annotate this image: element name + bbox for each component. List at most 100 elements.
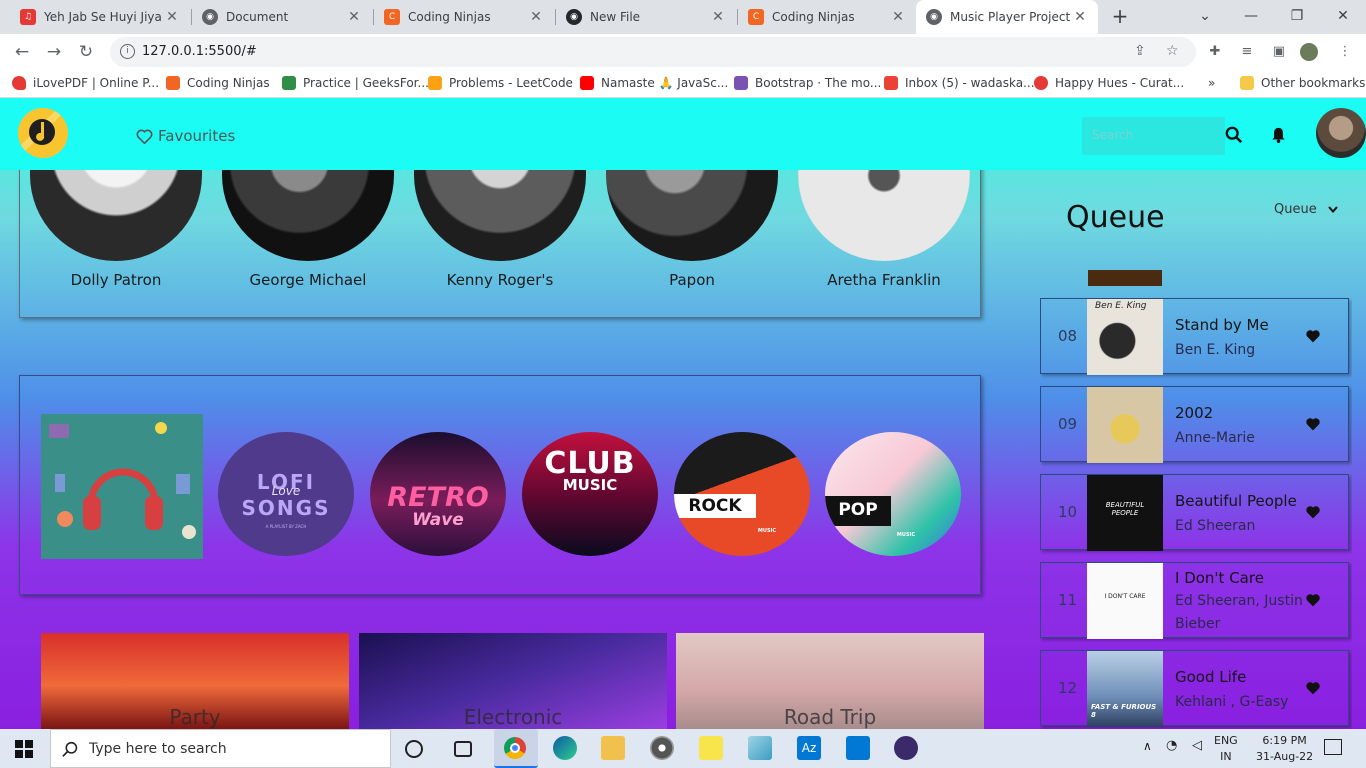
browser-tab-active[interactable]: ◉ Music Player Project ✕ [916,0,1098,34]
bookmark-star-icon[interactable]: ☆ [1166,43,1179,59]
browser-tab[interactable]: C Coding Ninjas ✕ [374,0,554,34]
address-url[interactable]: 127.0.0.1:5500/# [142,44,257,59]
task-view-icon[interactable] [454,741,472,757]
artist-name: Aretha Franklin [827,271,941,289]
tray-overflow-icon[interactable]: ∧ [1143,738,1152,754]
bookmark-item[interactable]: Practice | GeeksFor... [282,76,429,90]
bookmark-item[interactable]: Problems - LeetCode [428,76,573,90]
reading-list-icon[interactable]: ≡ [1238,43,1256,61]
playlist-retro[interactable]: RETRO Wave [370,432,506,556]
tab-close-icon[interactable]: ✕ [890,9,906,25]
restore-icon[interactable]: ❐ [1274,0,1320,34]
genre-tile-road-trip[interactable]: Road Trip [676,633,984,729]
windows-start-icon[interactable] [15,740,33,758]
minimize-icon[interactable]: — [1228,0,1274,34]
close-window-icon[interactable]: ✕ [1320,0,1366,34]
queue-title: Queue [1066,200,1165,235]
geeksforgeeks-icon [282,76,296,90]
playlist-note: A PLAYLIST BY ZACH [265,524,307,529]
queue-item[interactable]: 11 I DON'T CARE I Don't Care Ed Sheeran,… [1040,562,1349,639]
playlist-pop[interactable]: POP MUSIC [825,432,961,556]
search-icon[interactable] [1225,126,1243,144]
cortana-icon[interactable] [405,740,423,758]
playlist-headphones[interactable] [41,414,203,559]
address-bar[interactable]: i 127.0.0.1:5500/# ⇪ ☆ [110,37,1196,67]
profile-avatar-icon[interactable] [1300,43,1318,61]
forward-arrow-icon[interactable]: → [42,40,66,64]
genre-tile-party[interactable]: Party [41,633,349,729]
queue-number: 09 [1058,415,1078,433]
github-desktop-icon[interactable] [894,736,918,760]
side-panel-icon[interactable]: ▣ [1270,43,1288,61]
tab-close-icon[interactable]: ✕ [164,9,180,25]
heart-filled-icon[interactable] [1305,681,1321,695]
other-bookmarks[interactable]: Other bookmarks [1240,76,1365,90]
queue-dropdown[interactable]: Queue [1274,202,1338,217]
clock-date: 31-Aug-22 [1256,750,1314,763]
new-tab-button[interactable]: + [1108,4,1132,28]
azure-icon[interactable]: Az [797,736,821,760]
browser-tab[interactable]: ◉ New File ✕ [556,0,736,34]
chrome-taskbar-button[interactable] [494,729,538,768]
heart-filled-icon[interactable] [1305,417,1321,431]
taskbar-search-box[interactable]: Type here to search [50,729,391,768]
sticky-notes-icon[interactable] [699,736,723,760]
clock[interactable]: 6:19 PM 31-Aug-22 [1256,733,1313,765]
back-arrow-icon[interactable]: ← [10,40,34,64]
share-icon[interactable]: ⇪ [1134,43,1146,59]
snipping-tool-icon[interactable] [748,736,772,760]
album-art: BEAUTIFUL PEOPLE [1087,475,1163,551]
media-app-icon[interactable] [650,736,674,760]
heart-filled-icon[interactable] [1305,593,1321,607]
bookmark-item[interactable]: Coding Ninjas [166,76,270,90]
extensions-icon[interactable]: ✚ [1206,43,1224,61]
queue-item[interactable]: 10 BEAUTIFUL PEOPLE Beautiful People Ed … [1040,474,1349,551]
browser-tab[interactable]: ♫ Yeh Jab Se Huyi Jiya K ✕ [10,0,190,34]
playlist-club[interactable]: CLUB MUSIC [522,432,658,556]
language-indicator[interactable]: ENG IN [1214,733,1238,765]
tab-title: Music Player Project [950,10,1071,24]
heart-filled-icon[interactable] [1305,505,1321,519]
browser-tab[interactable]: ◉ Document ✕ [192,0,372,34]
bookmark-item[interactable]: iLovePDF | Online P... [12,76,159,90]
tab-close-icon[interactable]: ✕ [1072,9,1088,25]
bookmark-item[interactable]: Happy Hues - Curat... [1034,76,1184,90]
playlist-title: RETRO [387,482,489,513]
playlist-lofi[interactable]: LOFI Love SONGS A PLAYLIST BY ZACH [218,432,354,556]
queue-item[interactable]: 09 2002 Anne-Marie [1040,386,1349,463]
notifications-icon[interactable] [1324,739,1342,755]
favourites-link[interactable]: Favourites [136,127,235,145]
genre-tile-electronic[interactable]: Electronic [359,633,667,729]
song-title: Beautiful People [1175,492,1297,510]
browser-toolbar: ← → ↻ i 127.0.0.1:5500/# ⇪ ☆ ✚ ≡ ▣ ⋮ [0,34,1366,70]
album-art-text: I DON'T CARE [1104,593,1146,600]
tab-close-icon[interactable]: ✕ [346,9,362,25]
site-info-icon[interactable]: i [120,44,135,59]
browser-tab[interactable]: C Coding Ninjas ✕ [738,0,916,34]
tab-close-icon[interactable]: ✕ [528,9,544,25]
edge-icon[interactable] [553,736,577,760]
playlist-rock[interactable]: ROCK MUSIC [674,432,810,556]
bookmark-item[interactable]: Inbox (5) - wadaska... [884,76,1035,90]
song-title: I Don't Care [1175,569,1264,587]
file-explorer-icon[interactable] [601,736,625,760]
volume-icon[interactable]: ◁ [1192,738,1202,754]
menu-kebab-icon[interactable]: ⋮ [1336,43,1354,61]
search-input[interactable]: Search [1082,117,1225,155]
bookmark-item[interactable]: Namaste 🙏 JavaSc... [580,76,728,90]
queue-item[interactable]: 08 Ben E. King Stand by Me Ben E. King [1040,298,1349,375]
vscode-icon[interactable] [846,736,870,760]
music-player-page: Dolly Patron George Michael Kenny Roger'… [0,98,1366,729]
heart-filled-icon[interactable] [1305,329,1321,343]
user-avatar[interactable] [1316,108,1366,158]
app-logo-icon[interactable] [18,108,68,158]
bell-icon[interactable] [1271,127,1286,143]
album-art-text: BEAUTIFUL PEOPLE [1105,501,1145,517]
tab-close-icon[interactable]: ✕ [710,9,726,25]
network-icon[interactable]: ◔ [1166,738,1177,754]
tab-search-icon[interactable]: ⌄ [1182,0,1228,34]
bookmark-item[interactable]: Bootstrap · The mo... [734,76,881,90]
reload-icon[interactable]: ↻ [74,40,98,64]
queue-item[interactable]: 12 FAST & FURIOUS 8 Good Life Kehlani , … [1040,650,1349,727]
more-bookmarks-button[interactable]: » [1208,76,1215,90]
